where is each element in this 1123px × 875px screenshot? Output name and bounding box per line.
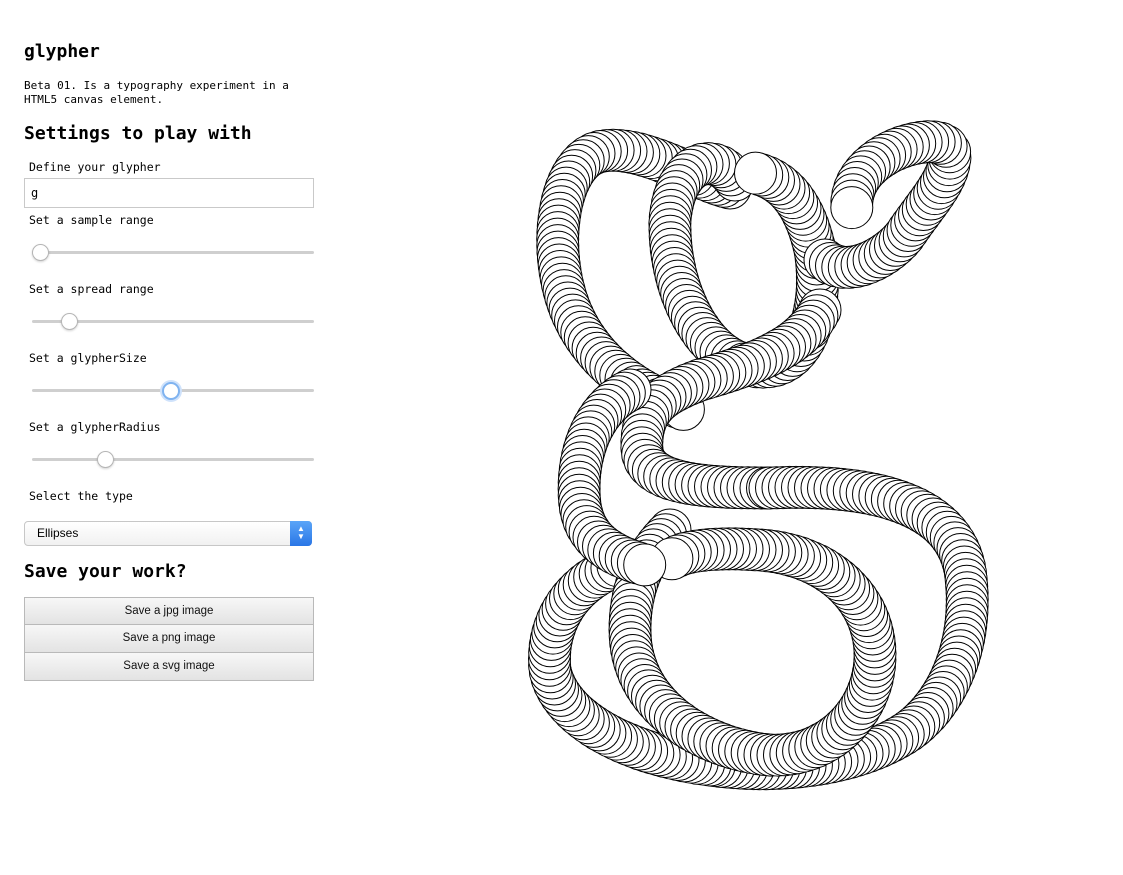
- save-jpg-button[interactable]: Save a jpg image: [24, 597, 314, 625]
- app-description: Beta 01. Is a typography experiment in a…: [24, 79, 289, 106]
- type-select-value: Ellipses: [37, 526, 79, 540]
- glypher-size-label: Set a glypherSize: [29, 351, 147, 365]
- slider-thumb[interactable]: [32, 244, 50, 261]
- spread-range-label: Set a spread range: [29, 282, 154, 296]
- type-select[interactable]: Ellipses ▲ ▼: [24, 521, 312, 546]
- glypher-radius-slider[interactable]: [24, 448, 314, 470]
- select-chevrons-icon: ▲ ▼: [290, 521, 312, 546]
- settings-panel: glypher Beta 01. Is a typography experim…: [24, 40, 314, 681]
- glypher-radius-label: Set a glypherRadius: [29, 420, 161, 434]
- slider-thumb[interactable]: [97, 451, 115, 468]
- spread-range-slider[interactable]: [24, 310, 314, 332]
- glyph-ellipse: [734, 151, 777, 195]
- slider-thumb[interactable]: [60, 313, 78, 330]
- save-heading: Save your work?: [24, 561, 187, 582]
- glyph-ellipse: [623, 543, 667, 587]
- sample-range-slider[interactable]: [24, 241, 314, 263]
- glyph-ellipse: [830, 186, 874, 230]
- sample-range-label: Set a sample range: [29, 213, 154, 227]
- app-title: glypher: [24, 41, 100, 62]
- type-label: Select the type: [29, 489, 133, 503]
- glyph-canvas: g: [528, 120, 989, 791]
- slider-track: [32, 251, 314, 254]
- settings-heading: Settings to play with: [24, 123, 252, 144]
- save-png-button[interactable]: Save a png image: [24, 625, 314, 653]
- glypher-size-slider[interactable]: [24, 379, 314, 401]
- glyph-ellipses: [528, 120, 989, 791]
- slider-thumb[interactable]: [162, 382, 181, 400]
- glypher-label: Define your glypher: [29, 160, 161, 174]
- slider-track: [32, 458, 314, 461]
- glypher-input[interactable]: g: [24, 178, 314, 208]
- save-svg-button[interactable]: Save a svg image: [24, 653, 314, 681]
